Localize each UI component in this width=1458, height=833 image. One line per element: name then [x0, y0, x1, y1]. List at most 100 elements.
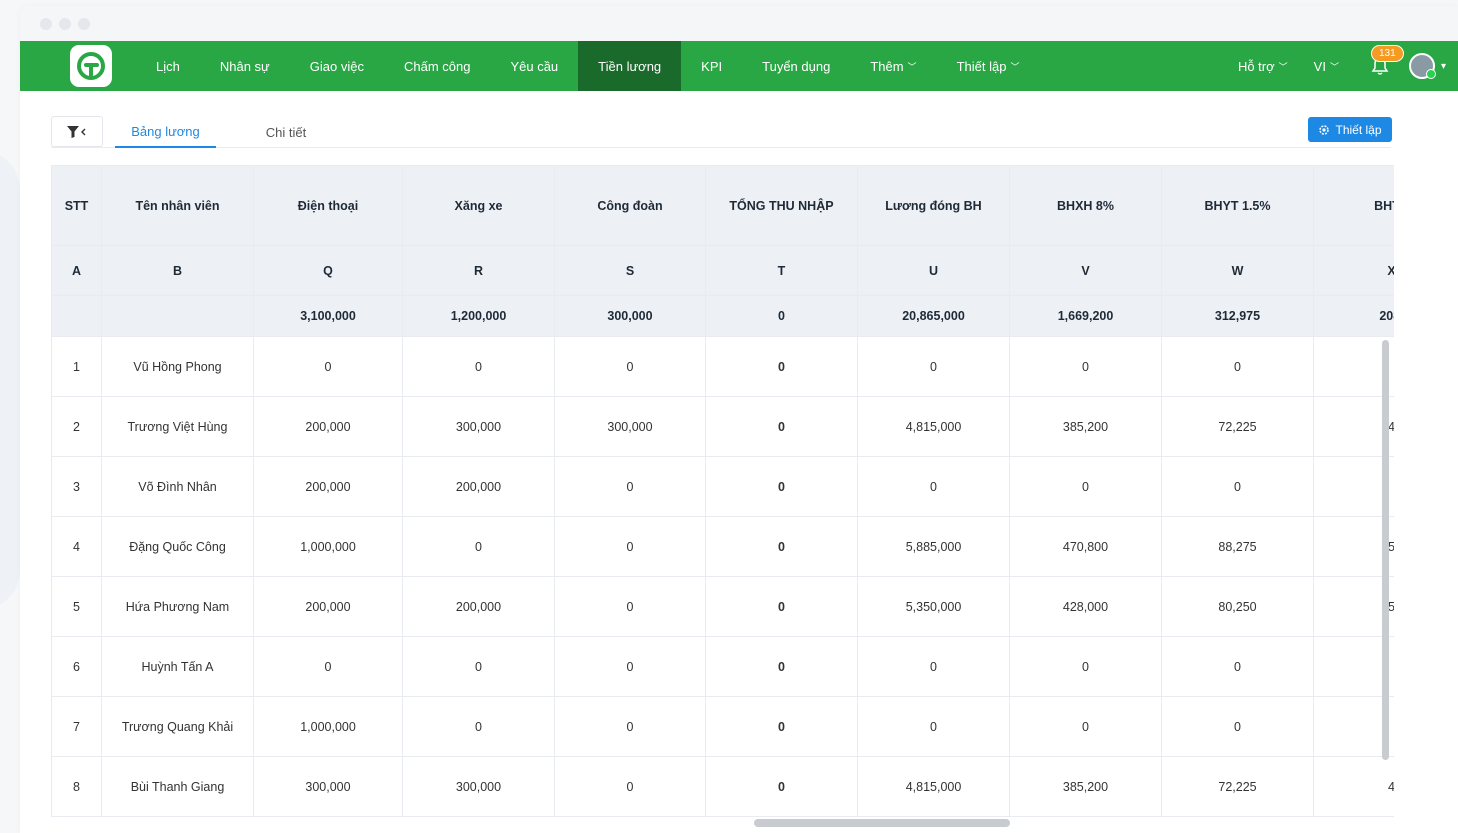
table-row[interactable]: 8 Bùi Thanh Giang 300,000 300,000 0 0 4,815,00…: [51, 756, 1394, 817]
table-cell: 5,350,000: [857, 576, 1010, 637]
table-cell: 300,000: [554, 396, 706, 457]
totals-row: 3,100,000 1,200,000 300,000 0 20,865,000 1,66…: [51, 295, 1394, 337]
table-cell: Vũ Hồng Phong: [101, 336, 254, 397]
table-cell: 200,000: [253, 456, 403, 517]
table-row[interactable]: 7 Trương Quang Khải 1,000,000 0 0 0 0 0 0: [51, 696, 1394, 757]
nav-item-giao-viec[interactable]: Giao việc: [290, 41, 384, 91]
table-row[interactable]: 1 Vũ Hồng Phong 0 0 0 0 0 0 0: [51, 336, 1394, 397]
nav-item-yeu-cau[interactable]: Yêu cầu: [490, 41, 578, 91]
top-navigation: Lịch Nhân sự Giao việc Chấm công Yêu cầu…: [20, 41, 1458, 91]
table-row[interactable]: 5 Hứa Phương Nam 200,000 200,000 0 0 5,350,000…: [51, 576, 1394, 637]
payroll-table-container: STT Tên nhân viên Điện thoại Xăng xe Công đo…: [51, 165, 1394, 827]
table-cell: 0: [402, 336, 555, 397]
table-row[interactable]: 3 Võ Đình Nhân 200,000 200,000 0 0 0 0 0: [51, 456, 1394, 517]
vertical-scrollbar[interactable]: [1382, 340, 1389, 760]
table-cell: 0: [705, 576, 858, 637]
table-cell: 0: [554, 576, 706, 637]
table-cell: 0: [1161, 336, 1314, 397]
nav-item-them[interactable]: Thêm ﹀: [850, 41, 936, 91]
column-header: Điện thoại: [253, 165, 403, 246]
app-logo[interactable]: [70, 45, 112, 87]
column-total: 3,100,000: [253, 295, 403, 337]
table-cell: Hứa Phương Nam: [101, 576, 254, 637]
nav-item-tien-luong[interactable]: Tiền lương: [578, 41, 682, 91]
table-cell: 0: [1161, 456, 1314, 517]
caret-down-icon[interactable]: ▾: [1441, 61, 1446, 72]
table-cell: 4,815,000: [857, 756, 1010, 817]
column-header: TỔNG THU NHẬP: [705, 165, 858, 246]
support-label: Hỗ trợ: [1237, 58, 1275, 74]
horizontal-scrollbar[interactable]: [754, 819, 1010, 827]
column-header: BHXH 8%: [1009, 165, 1162, 246]
table-cell: 0: [402, 516, 555, 577]
column-total: [101, 295, 254, 337]
column-total: 1,200,000: [402, 295, 555, 337]
table-row[interactable]: 2 Trương Việt Hùng 200,000 300,000 300,000 0 4…: [51, 396, 1394, 457]
tab-detail[interactable]: Chi tiết: [241, 116, 331, 148]
column-code: T: [705, 245, 858, 296]
window-dot: [40, 17, 52, 30]
table-cell: 0: [857, 336, 1010, 397]
column-header: BHTN: [1313, 165, 1394, 246]
nav-item-lich[interactable]: Lịch: [136, 41, 200, 91]
tab-payroll[interactable]: Bảng lương: [115, 116, 216, 148]
nav-item-thiet-lap[interactable]: Thiết lập ﹀: [937, 41, 1040, 91]
table-cell: 0: [1009, 456, 1162, 517]
tab-label: Bảng lương: [131, 123, 200, 139]
filter-toggle-button[interactable]: [51, 116, 103, 147]
nav-item-label: Tuyển dụng: [762, 58, 831, 74]
table-cell: 2: [51, 396, 102, 457]
avatar[interactable]: [1408, 53, 1436, 79]
table-cell: 470,800: [1009, 516, 1162, 577]
column-code: U: [857, 245, 1010, 296]
table-cell: Võ Đình Nhân: [101, 456, 254, 517]
nav-item-label: Lịch: [156, 58, 180, 74]
nav-item-nhan-su[interactable]: Nhân sự: [200, 41, 290, 91]
table-cell: 0: [554, 456, 706, 517]
table-cell: 3: [51, 456, 102, 517]
column-header: Tên nhân viên: [101, 165, 254, 246]
nav-item-kpi[interactable]: KPI: [681, 41, 742, 91]
nav-item-label: Giao việc: [309, 58, 364, 74]
table-cell: 0: [857, 456, 1010, 517]
table-cell: Trương Quang Khải: [101, 696, 254, 757]
table-cell: 72,225: [1161, 396, 1314, 457]
table-cell: 5: [51, 576, 102, 637]
setup-button-label: Thiết lập: [1335, 122, 1382, 137]
table-cell: Huỳnh Tấn A: [101, 636, 254, 697]
background-decoration: [0, 150, 20, 610]
setup-button[interactable]: Thiết lập: [1308, 117, 1392, 142]
nav-item-label: Thiết lập: [956, 58, 1007, 74]
nav-item-label: KPI: [701, 58, 723, 74]
column-total: 208,: [1313, 295, 1394, 337]
table-cell: 0: [554, 696, 706, 757]
language-label: VI: [1313, 58, 1326, 74]
table-cell: 200,000: [402, 456, 555, 517]
column-code: B: [101, 245, 254, 296]
table-cell: 4: [51, 516, 102, 577]
nav-item-cham-cong[interactable]: Chấm công: [384, 41, 490, 91]
chevron-down-icon: ﹀: [907, 61, 917, 72]
table-cell: 0: [402, 636, 555, 697]
table-cell: 385,200: [1009, 396, 1162, 457]
filter-icon: [67, 125, 86, 138]
nav-item-tuyen-dung[interactable]: Tuyển dụng: [742, 41, 850, 91]
table-row[interactable]: 6 Huỳnh Tấn A0000000: [51, 636, 1394, 697]
table-cell: 1,000,000: [253, 516, 403, 577]
table-cell: 300,000: [402, 756, 555, 817]
support-menu[interactable]: Hỗ trợ ﹀: [1238, 59, 1288, 74]
table-cell: 0: [1009, 636, 1162, 697]
table-cell: 0: [705, 456, 858, 517]
column-code: R: [402, 245, 555, 296]
table-cell: 7: [51, 696, 102, 757]
notification-button[interactable]: 131: [1365, 41, 1404, 91]
language-selector[interactable]: VI ﹀: [1314, 59, 1339, 74]
column-code-row: ABQRSTUVWX: [51, 245, 1394, 296]
table-cell: 0: [705, 636, 858, 697]
table-cell: 0: [705, 396, 858, 457]
table-cell: 80,250: [1161, 576, 1314, 637]
nav-item-label: Tiền lương: [598, 58, 662, 74]
table-cell: 0: [253, 336, 403, 397]
table-cell: 0: [1009, 696, 1162, 757]
table-row[interactable]: 4 Đặng Quốc Công 1,000,000 0 0 0 5,885,000 470,…: [51, 516, 1394, 577]
